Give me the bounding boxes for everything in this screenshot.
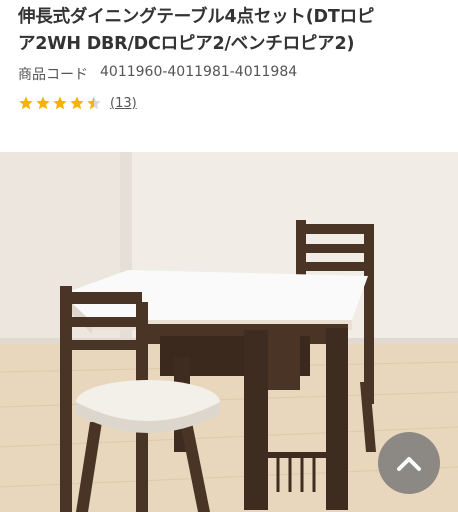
product-code-label: 商品コード — [18, 67, 88, 83]
product-code-value: 4011960-4011981-4011984 — [100, 64, 298, 80]
product-title-line1: 伸長式ダイニングテーブル4点セット(DTロピ — [18, 7, 375, 27]
star-icon — [36, 96, 50, 110]
star-icon — [19, 96, 33, 110]
rating-row: (13) — [18, 95, 440, 111]
chevron-up-icon — [397, 457, 421, 471]
star-rating — [18, 95, 102, 111]
scroll-to-top-button[interactable] — [378, 432, 440, 494]
product-title-line2: ア2WH DBR/DCロピア2/ベンチロピア2) — [18, 34, 355, 54]
star-icon — [53, 96, 67, 110]
half-star-icon — [87, 96, 101, 110]
product-code-row: 商品コード 4011960-4011981-4011984 — [18, 64, 440, 84]
star-icon — [70, 96, 84, 110]
product-header: 伸長式ダイニングテーブル4点セット(DTロピ ア2WH DBR/DCロピア2/ベ… — [0, 0, 458, 150]
review-count-link[interactable]: (13) — [110, 96, 137, 111]
product-title: 伸長式ダイニングテーブル4点セット(DTロピ ア2WH DBR/DCロピア2/ベ… — [18, 4, 440, 58]
